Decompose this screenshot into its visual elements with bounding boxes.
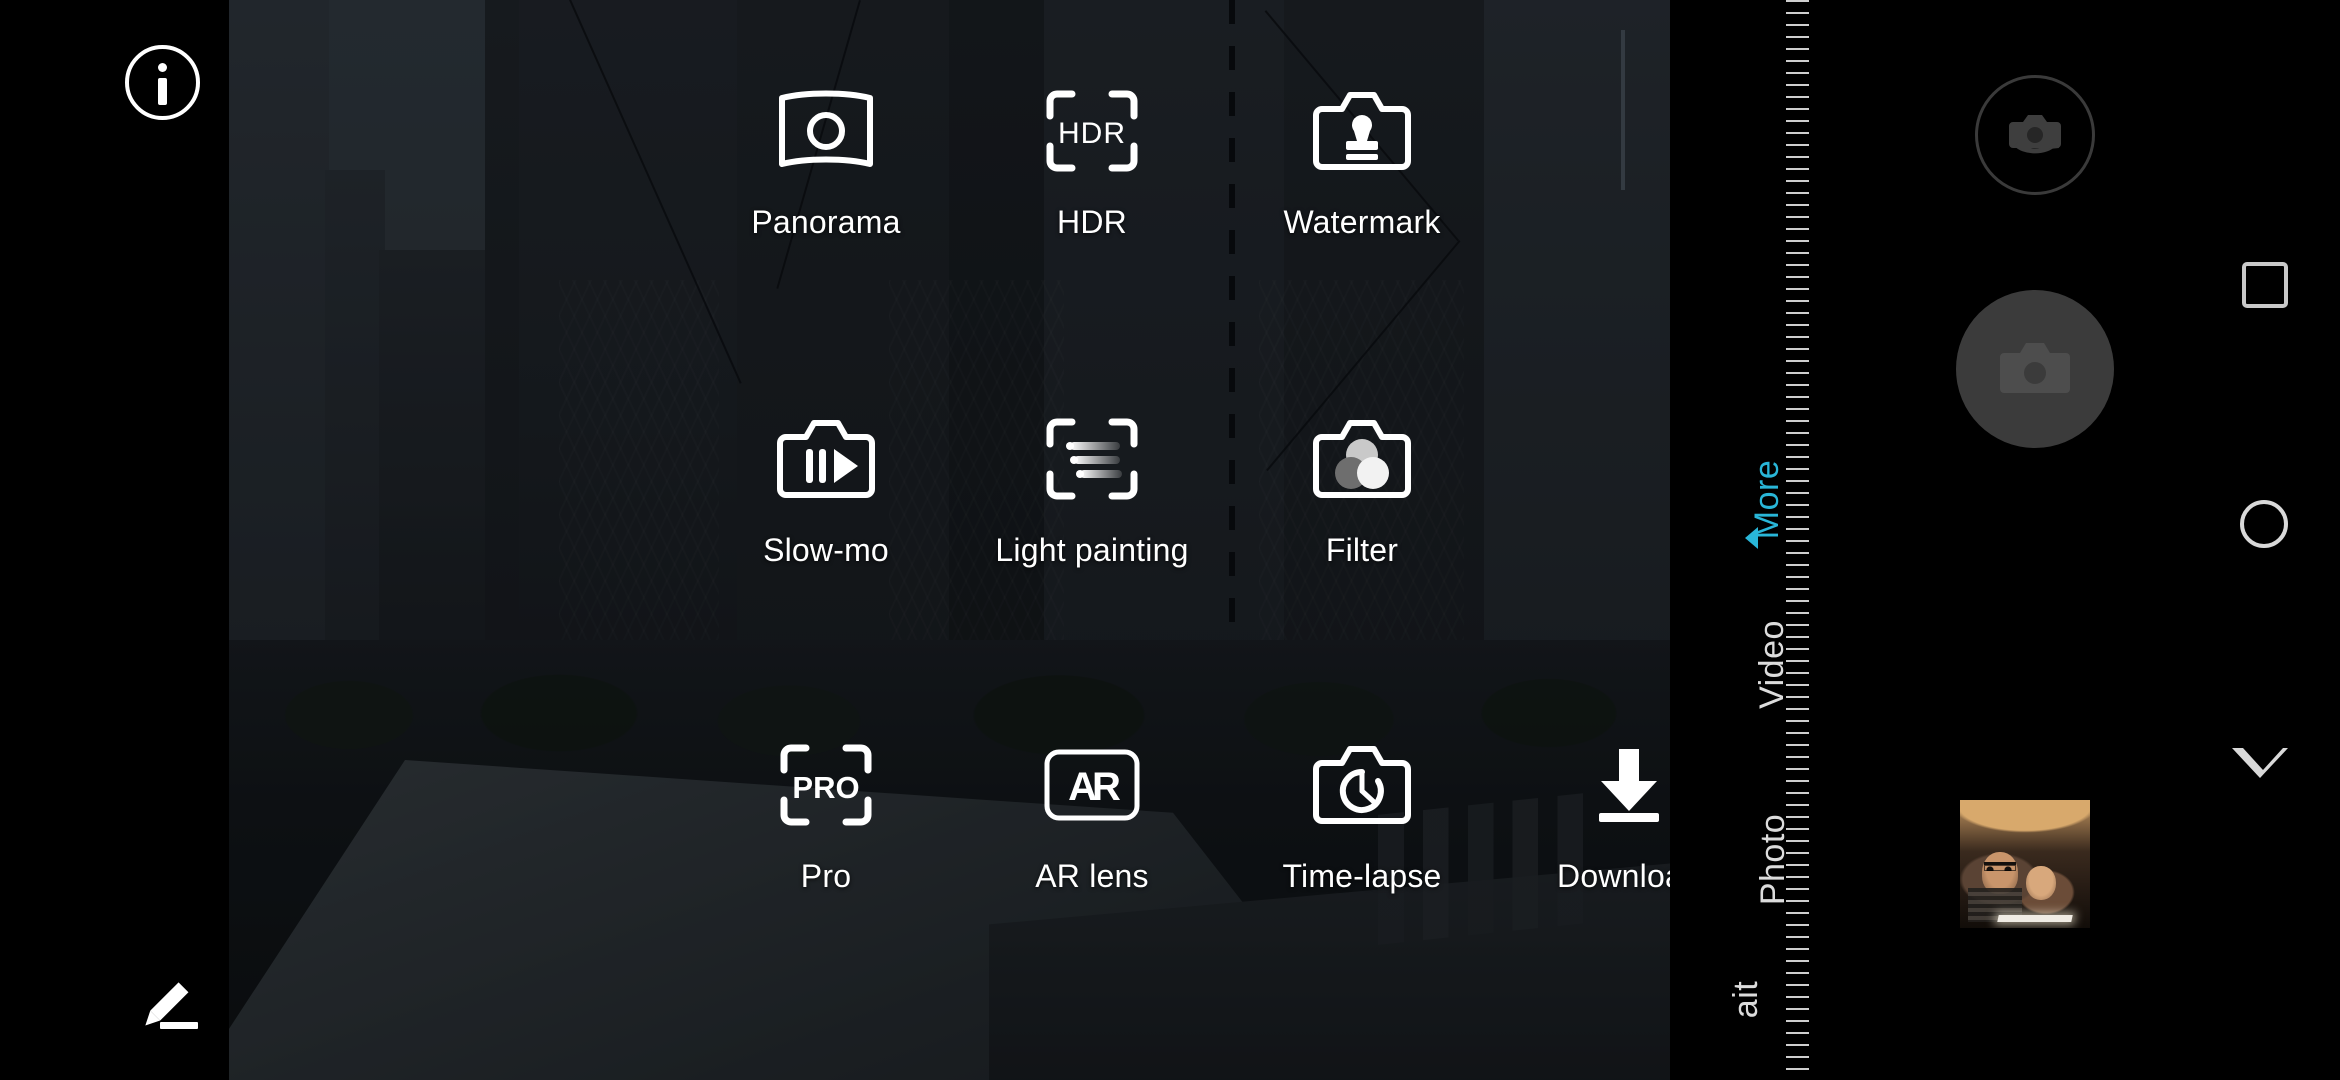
thumbnail-subject bbox=[2026, 866, 2056, 900]
thumbnail-screen-glow bbox=[1997, 915, 2073, 922]
camera-app-screen: Panorama HDR HDR Watermark Slow-mo Light… bbox=[0, 0, 2340, 1080]
mode-item-slow-mo[interactable]: Slow-mo bbox=[706, 406, 946, 569]
mode-label: Slow-mo bbox=[763, 532, 889, 568]
circle-home-icon[interactable] bbox=[2240, 500, 2288, 548]
mode-tab-portrait[interactable]: ait bbox=[1727, 980, 1766, 1019]
time-lapse-icon bbox=[1312, 732, 1412, 838]
left-toolbar bbox=[0, 0, 229, 1080]
mode-label: Watermark bbox=[1283, 204, 1441, 240]
panorama-icon bbox=[776, 78, 876, 184]
shutter-camera-icon[interactable] bbox=[1956, 290, 2114, 448]
svg-text:HDR: HDR bbox=[1058, 117, 1126, 150]
mode-label: AR lens bbox=[1035, 858, 1149, 894]
mode-item-time-lapse[interactable]: Time-lapse bbox=[1242, 732, 1482, 895]
triangle-back-icon-cutout bbox=[2243, 748, 2283, 770]
mode-item-panorama[interactable]: Panorama bbox=[706, 78, 946, 241]
download-icon bbox=[1585, 732, 1673, 838]
mode-item-ar-lens[interactable]: AR AR lens bbox=[972, 732, 1212, 895]
hdr-icon: HDR bbox=[1044, 78, 1140, 184]
right-control-pane bbox=[1830, 0, 2340, 1080]
mode-item-pro[interactable]: PRO Pro bbox=[706, 732, 946, 895]
selection-triangle-icon bbox=[1745, 527, 1758, 549]
mode-tab-label: ait bbox=[1727, 980, 1766, 1019]
thumbnail-glasses bbox=[1984, 862, 2016, 871]
camera-flip-icon[interactable] bbox=[1975, 75, 2095, 195]
mode-label: HDR bbox=[1057, 204, 1127, 240]
edit-pencil-icon[interactable] bbox=[118, 960, 208, 1050]
mode-selector-strip[interactable]: ait Photo Video More bbox=[1670, 0, 1792, 1080]
mode-item-hdr[interactable]: HDR HDR bbox=[972, 78, 1212, 241]
mode-label: Time-lapse bbox=[1282, 858, 1442, 894]
info-icon-dot bbox=[158, 63, 167, 72]
mode-label: Pro bbox=[800, 858, 852, 894]
watermark-stamp-icon bbox=[1312, 78, 1412, 184]
mode-label: Light painting bbox=[995, 532, 1189, 568]
pro-icon: PRO bbox=[778, 732, 874, 838]
square-recents-icon[interactable] bbox=[2242, 262, 2288, 308]
ar-lens-icon: AR bbox=[1042, 732, 1142, 838]
mode-label: Filter bbox=[1325, 532, 1399, 568]
mode-item-light-painting[interactable]: Light painting bbox=[972, 406, 1212, 569]
mode-item-filter[interactable]: Filter bbox=[1242, 406, 1482, 569]
light-painting-icon bbox=[1044, 406, 1140, 512]
info-icon[interactable] bbox=[125, 45, 200, 120]
more-modes-grid: Panorama HDR HDR Watermark Slow-mo Light… bbox=[229, 0, 1701, 1080]
svg-text:PRO: PRO bbox=[792, 770, 859, 805]
mode-item-watermark[interactable]: Watermark bbox=[1242, 78, 1482, 241]
filter-icon bbox=[1312, 406, 1412, 512]
gallery-thumbnail[interactable] bbox=[1960, 800, 2090, 928]
zoom-ruler-scale[interactable] bbox=[1786, 0, 1830, 1080]
slow-motion-icon bbox=[776, 406, 876, 512]
info-icon-stem bbox=[158, 78, 167, 105]
svg-text:AR: AR bbox=[1068, 765, 1121, 809]
mode-label: Panorama bbox=[751, 204, 901, 240]
